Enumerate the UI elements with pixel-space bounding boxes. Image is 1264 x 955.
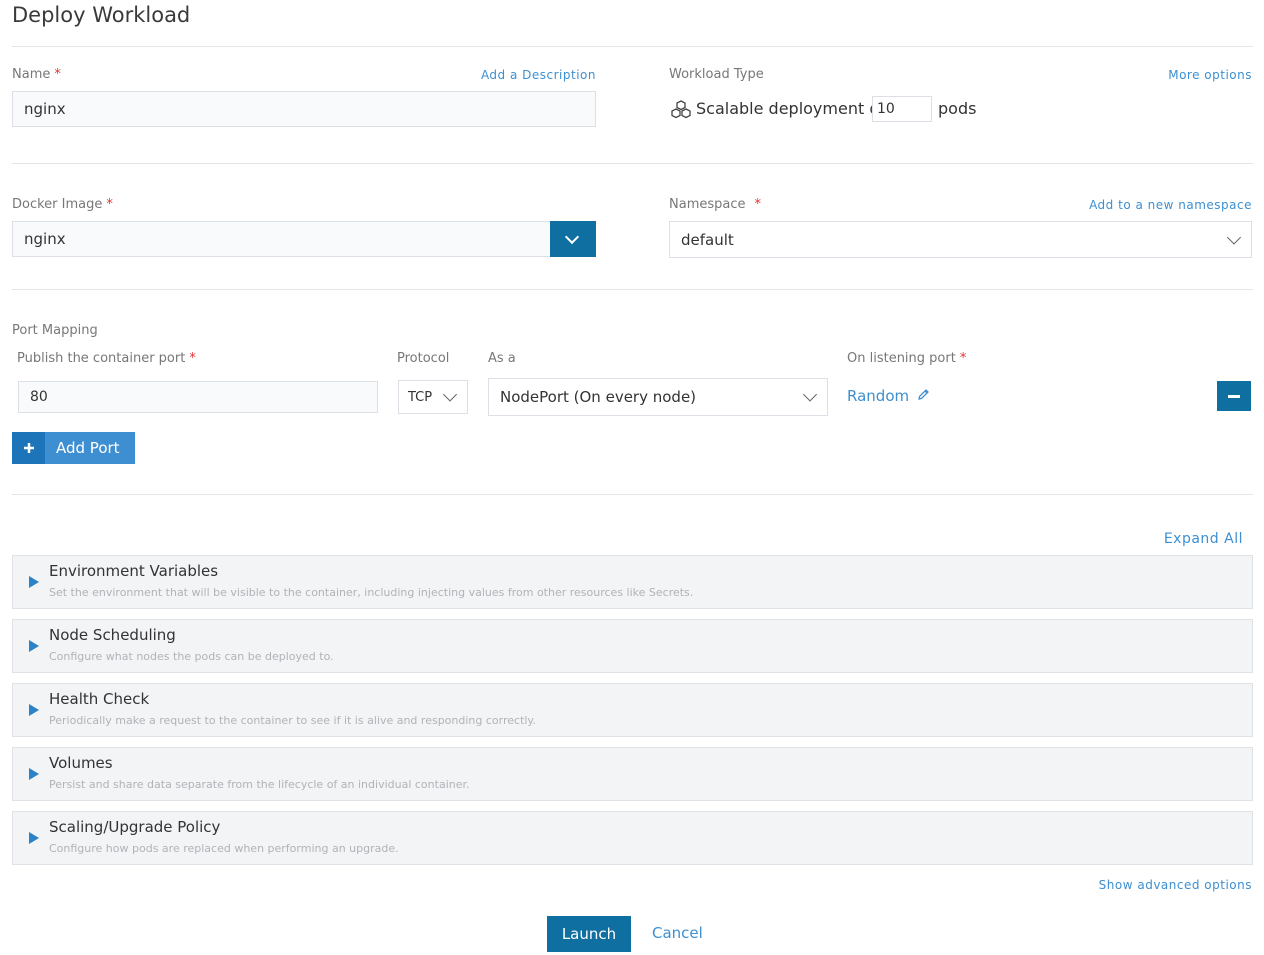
more-options-link[interactable]: More options (1168, 68, 1252, 82)
protocol-select[interactable]: TCP (398, 380, 468, 414)
chevron-down-icon (1226, 229, 1242, 245)
expand-triangle-icon (29, 640, 39, 652)
accordion-title: Node Scheduling (49, 626, 176, 644)
listening-port-value: Random (847, 387, 910, 405)
as-a-label: As a (488, 351, 516, 366)
accordion-title: Volumes (49, 754, 113, 772)
accordion-description: Configure what nodes the pods can be dep… (49, 650, 334, 663)
required-marker: * (189, 351, 196, 366)
expand-triangle-icon (29, 704, 39, 716)
service-type-select[interactable]: NodePort (On every node) (488, 378, 828, 416)
protocol-label: Protocol (397, 351, 450, 366)
chevron-down-icon (802, 387, 818, 402)
listening-port-label-text: On listening port (847, 351, 956, 366)
docker-image-label-text: Docker Image (12, 197, 103, 212)
expand-triangle-icon (29, 768, 39, 780)
accordion-description: Configure how pods are replaced when per… (49, 842, 399, 855)
pods-suffix: pods (938, 99, 977, 118)
remove-port-button[interactable] (1217, 381, 1251, 411)
add-port-button[interactable]: Add Port (12, 432, 135, 464)
divider (12, 46, 1253, 47)
listening-port-random[interactable]: Random (847, 387, 930, 405)
accordion-title: Scaling/Upgrade Policy (49, 818, 221, 836)
accordion-volumes[interactable]: Volumes Persist and share data separate … (12, 747, 1253, 801)
show-advanced-options-link[interactable]: Show advanced options (1099, 878, 1252, 892)
protocol-value: TCP (408, 389, 433, 405)
plus-icon (12, 432, 45, 464)
add-namespace-link[interactable]: Add to a new namespace (1089, 198, 1252, 212)
page-title: Deploy Workload (12, 3, 191, 27)
required-marker: * (54, 67, 61, 82)
accordion-title: Health Check (49, 690, 150, 708)
accordion-description: Set the environment that will be visible… (49, 586, 694, 599)
accordion-health-check[interactable]: Health Check Periodically make a request… (12, 683, 1253, 737)
listening-port-label: On listening port * (847, 351, 966, 366)
publish-port-label-text: Publish the container port (17, 351, 186, 366)
chevron-down-icon (442, 387, 458, 402)
publish-port-label: Publish the container port * (17, 351, 196, 366)
expand-triangle-icon (29, 832, 39, 844)
container-port-input[interactable]: 80 (18, 381, 378, 413)
required-marker: * (754, 197, 762, 212)
accordion-environment-variables[interactable]: Environment Variables Set the environmen… (12, 555, 1253, 609)
cancel-button[interactable]: Cancel (652, 924, 703, 942)
required-marker: * (959, 351, 967, 366)
divider (12, 494, 1253, 495)
pods-count-input[interactable]: 10 (872, 96, 932, 122)
accordion-description: Periodically make a request to the conta… (49, 714, 536, 727)
pencil-icon[interactable] (917, 387, 930, 405)
divider (12, 289, 1253, 290)
cubes-icon (670, 100, 692, 120)
divider (12, 163, 1253, 164)
container-port-value: 80 (30, 389, 48, 405)
name-input[interactable]: nginx (12, 91, 596, 127)
accordion-title: Environment Variables (49, 562, 219, 580)
namespace-label-text: Namespace (669, 197, 746, 212)
workload-type-label: Workload Type (669, 67, 764, 82)
add-port-label: Add Port (56, 439, 120, 457)
namespace-label: Namespace * (669, 197, 761, 212)
launch-button[interactable]: Launch (547, 916, 631, 952)
name-label: Name * (12, 67, 61, 82)
port-mapping-label: Port Mapping (12, 323, 98, 338)
docker-image-dropdown-button[interactable] (550, 221, 596, 257)
namespace-value: default (681, 230, 734, 249)
accordion-scaling-upgrade-policy[interactable]: Scaling/Upgrade Policy Configure how pod… (12, 811, 1253, 865)
docker-image-value: nginx (24, 230, 66, 248)
name-input-value: nginx (24, 100, 66, 118)
expand-all-link[interactable]: Expand All (1164, 531, 1243, 547)
add-description-link[interactable]: Add a Description (481, 68, 596, 82)
service-type-value: NodePort (On every node) (500, 388, 697, 406)
accordion-node-scheduling[interactable]: Node Scheduling Configure what nodes the… (12, 619, 1253, 673)
chevron-down-icon (564, 229, 580, 245)
minus-icon (1228, 394, 1240, 398)
scalable-deployment-text: Scalable deployment of (696, 99, 885, 118)
pods-count-value: 10 (877, 101, 895, 117)
docker-image-input[interactable]: nginx (12, 221, 552, 257)
docker-image-label: Docker Image * (12, 197, 113, 212)
accordion-description: Persist and share data separate from the… (49, 778, 470, 791)
expand-triangle-icon (29, 576, 39, 588)
name-label-text: Name (12, 67, 51, 82)
required-marker: * (106, 197, 113, 212)
namespace-select[interactable]: default (669, 221, 1252, 258)
